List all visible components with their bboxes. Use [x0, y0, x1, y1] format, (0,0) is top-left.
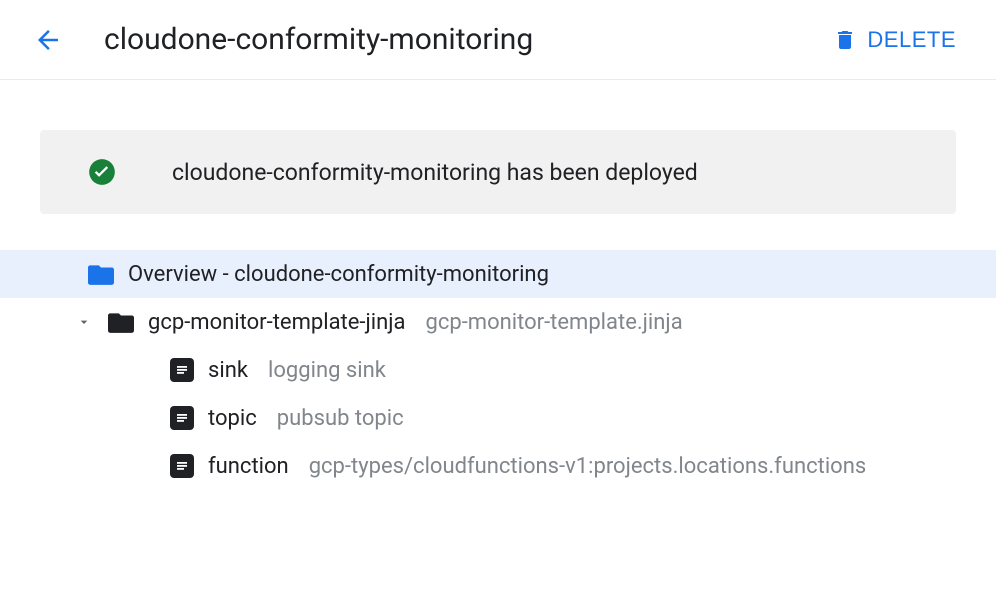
resource-tree: Overview - cloudone-conformity-monitorin…: [40, 250, 956, 490]
notification-banner: cloudone-conformity-monitoring has been …: [40, 130, 956, 214]
notification-message: cloudone-conformity-monitoring has been …: [172, 159, 698, 186]
tree-overview-row[interactable]: Overview - cloudone-conformity-monitorin…: [0, 250, 996, 298]
tree-resource-row[interactable]: sink logging sink: [40, 346, 956, 394]
page-title: cloudone-conformity-monitoring: [104, 22, 821, 57]
page-header: cloudone-conformity-monitoring DELETE: [0, 0, 996, 80]
folder-icon: [88, 263, 114, 285]
content-area: cloudone-conformity-monitoring has been …: [0, 80, 996, 530]
resource-name: topic: [208, 406, 257, 431]
template-file: gcp-monitor-template.jinja: [425, 310, 682, 335]
folder-icon: [108, 311, 134, 333]
tree-resource-row[interactable]: function gcp-types/cloudfunctions-v1:pro…: [40, 442, 956, 490]
resource-name: function: [208, 454, 289, 479]
document-icon: [170, 358, 194, 382]
document-icon: [170, 406, 194, 430]
document-icon: [170, 454, 194, 478]
check-circle-icon: [88, 158, 116, 186]
expand-toggle[interactable]: [74, 312, 94, 332]
trash-icon: [833, 28, 857, 52]
resource-name: sink: [208, 358, 248, 383]
resource-type: logging sink: [268, 358, 386, 383]
tree-resource-row[interactable]: topic pubsub topic: [40, 394, 956, 442]
back-button[interactable]: [28, 20, 68, 60]
overview-label: Overview - cloudone-conformity-monitorin…: [128, 262, 549, 287]
delete-button[interactable]: DELETE: [821, 19, 968, 61]
delete-button-label: DELETE: [867, 27, 956, 53]
template-name: gcp-monitor-template-jinja: [148, 310, 405, 335]
caret-down-icon: [76, 314, 92, 330]
resource-type: gcp-types/cloudfunctions-v1:projects.loc…: [309, 454, 867, 479]
resource-type: pubsub topic: [277, 406, 404, 431]
arrow-left-icon: [33, 25, 63, 55]
tree-template-row[interactable]: gcp-monitor-template-jinja gcp-monitor-t…: [40, 298, 956, 346]
